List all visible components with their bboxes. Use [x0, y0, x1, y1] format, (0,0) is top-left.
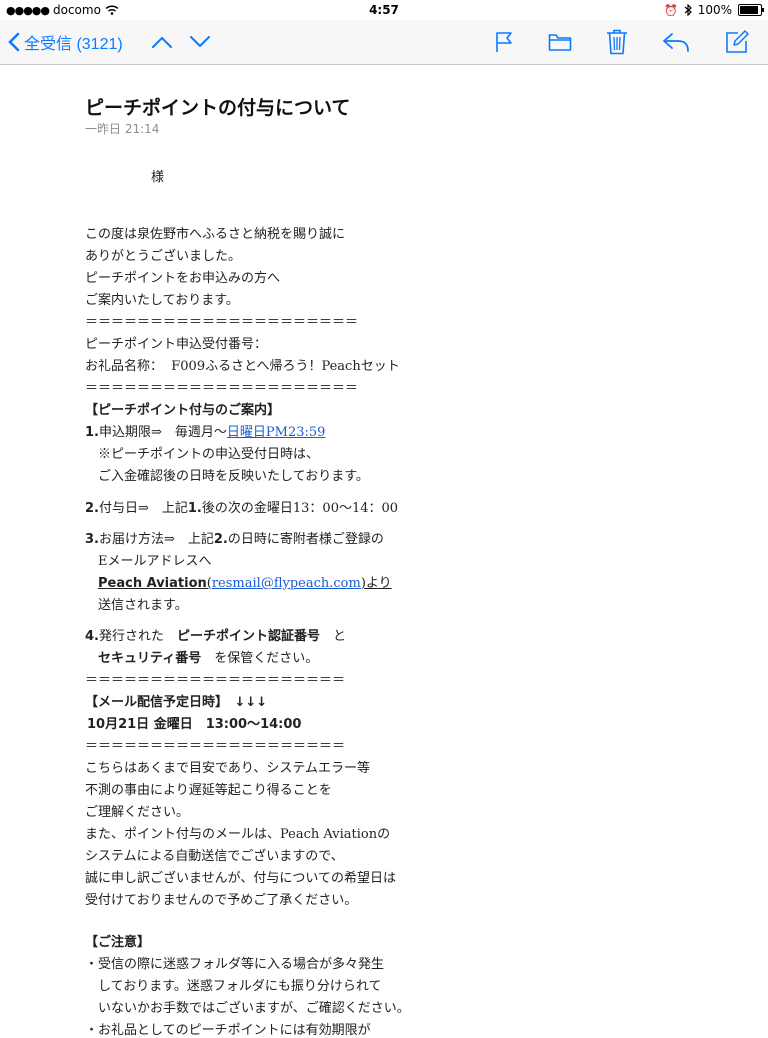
email-address-link[interactable]: resmail@flypeach.com: [212, 576, 361, 591]
salutation: 様: [151, 170, 165, 185]
mail-toolbar: 全受信 (3121): [0, 20, 768, 65]
body-line: ご入金確認後の日時を反映いたしております。: [98, 469, 369, 484]
body-line: ※ピーチポイントの申込受付日時は、: [98, 447, 320, 462]
body-line: Eメールアドレスへ: [98, 554, 212, 569]
flag-icon: [496, 32, 512, 52]
email-subject: ピーチポイントの付与について: [85, 97, 351, 119]
back-label: 全受信 (3121): [24, 36, 123, 53]
status-bar: ●●●●● docomo 4:57 ⏰ 100%: [0, 0, 768, 20]
chevron-left-icon: [8, 32, 20, 52]
body-line: しております。迷惑フォルダにも振り分けられて: [85, 979, 382, 994]
deadline-link[interactable]: 日曜日PM23:59: [227, 425, 326, 440]
separator: ＝＝＝＝＝＝＝＝＝＝＝＝＝＝＝＝＝＝＝＝: [85, 739, 346, 754]
item-3: 3.お届け方法⇒ 上記2.の日時に寄附者様ご登録の: [85, 532, 384, 547]
reply-button[interactable]: [660, 20, 692, 64]
separator: ＝＝＝＝＝＝＝＝＝＝＝＝＝＝＝＝＝＝＝＝＝: [85, 381, 359, 396]
back-button[interactable]: 全受信 (3121): [8, 20, 123, 64]
next-message-button[interactable]: [186, 20, 214, 64]
body-line: 誠に申し訳ございませんが、付与についての希望日は: [85, 871, 396, 886]
body-line: こちらはあくまで目安であり、システムエラー等: [85, 761, 370, 776]
battery-level: [740, 6, 758, 14]
body-line: この度は泉佐野市へふるさと納税を賜り誠に: [85, 227, 346, 242]
item-4: 4.発行された ピーチポイント認証番号 と: [85, 629, 347, 644]
section-header: 【メール配信予定日時】 ↓↓↓: [85, 695, 268, 710]
body-line: 不測の事由により遅延等起こり得ることを: [85, 783, 332, 798]
previous-message-button[interactable]: [148, 20, 176, 64]
email-date: 一昨日 21:14: [85, 122, 160, 136]
sender-line: Peach Aviation(resmail@flypeach.com)より: [98, 576, 392, 591]
item-1: 1.申込期限⇒ 毎週月〜日曜日PM23:59: [85, 425, 326, 440]
clock: 4:57: [369, 3, 399, 17]
body-line: ピーチポイント申込受付番号：: [85, 337, 268, 352]
body-line: 受付けておりませんので予めご了承ください。: [85, 893, 358, 908]
body-line: 送信されます。: [98, 598, 188, 613]
section-header: 【ピーチポイント付与のご案内】: [85, 403, 281, 418]
body-line: また、ポイント付与のメールは、Peach Aviationの: [85, 827, 391, 842]
trash-button[interactable]: [603, 20, 631, 64]
body-line: お礼品名称： F009ふるさとへ帰ろう！Peachセット: [85, 359, 400, 374]
body-line: ・受信の際に迷惑フォルダ等に入る場合が多々発生: [85, 957, 385, 972]
body-line: ・お礼品としてのピーチポイントには有効期限が: [85, 1023, 371, 1038]
body-line: ありがとうございました。: [85, 249, 242, 264]
flag-button[interactable]: [490, 20, 518, 64]
body-line: ご案内いたしております。: [85, 293, 239, 308]
body-line: システムによる自動送信でございますので、: [85, 849, 344, 864]
separator: ＝＝＝＝＝＝＝＝＝＝＝＝＝＝＝＝＝＝＝＝＝: [85, 315, 359, 330]
reply-icon: [663, 33, 689, 52]
compose-icon: [726, 30, 749, 53]
battery-icon: [738, 4, 764, 16]
chevron-down-icon: [190, 36, 210, 48]
alarm-icon: ⏰: [663, 3, 678, 17]
body-line: ご理解ください。: [85, 805, 190, 820]
chevron-up-icon: [152, 36, 172, 48]
body-line: ピーチポイントをお申込みの方へ: [85, 271, 281, 286]
item-2: 2.付与日⇒ 上記1.後の次の金曜日13：00〜14：00: [85, 501, 399, 516]
trash-icon: [607, 29, 627, 55]
battery-percent: 100%: [697, 3, 732, 17]
move-to-folder-button[interactable]: [545, 20, 575, 64]
body-line: いないかお手数ではございますが、ご確認ください。: [85, 1001, 410, 1016]
folder-icon: [548, 34, 572, 51]
compose-button[interactable]: [722, 20, 752, 64]
delivery-date: 10月21日 金曜日 13:00〜14:00: [87, 717, 302, 732]
section-header: 【ご注意】: [85, 935, 151, 950]
bluetooth-icon: [684, 4, 692, 16]
separator: ＝＝＝＝＝＝＝＝＝＝＝＝＝＝＝＝＝＝＝＝: [85, 673, 346, 688]
